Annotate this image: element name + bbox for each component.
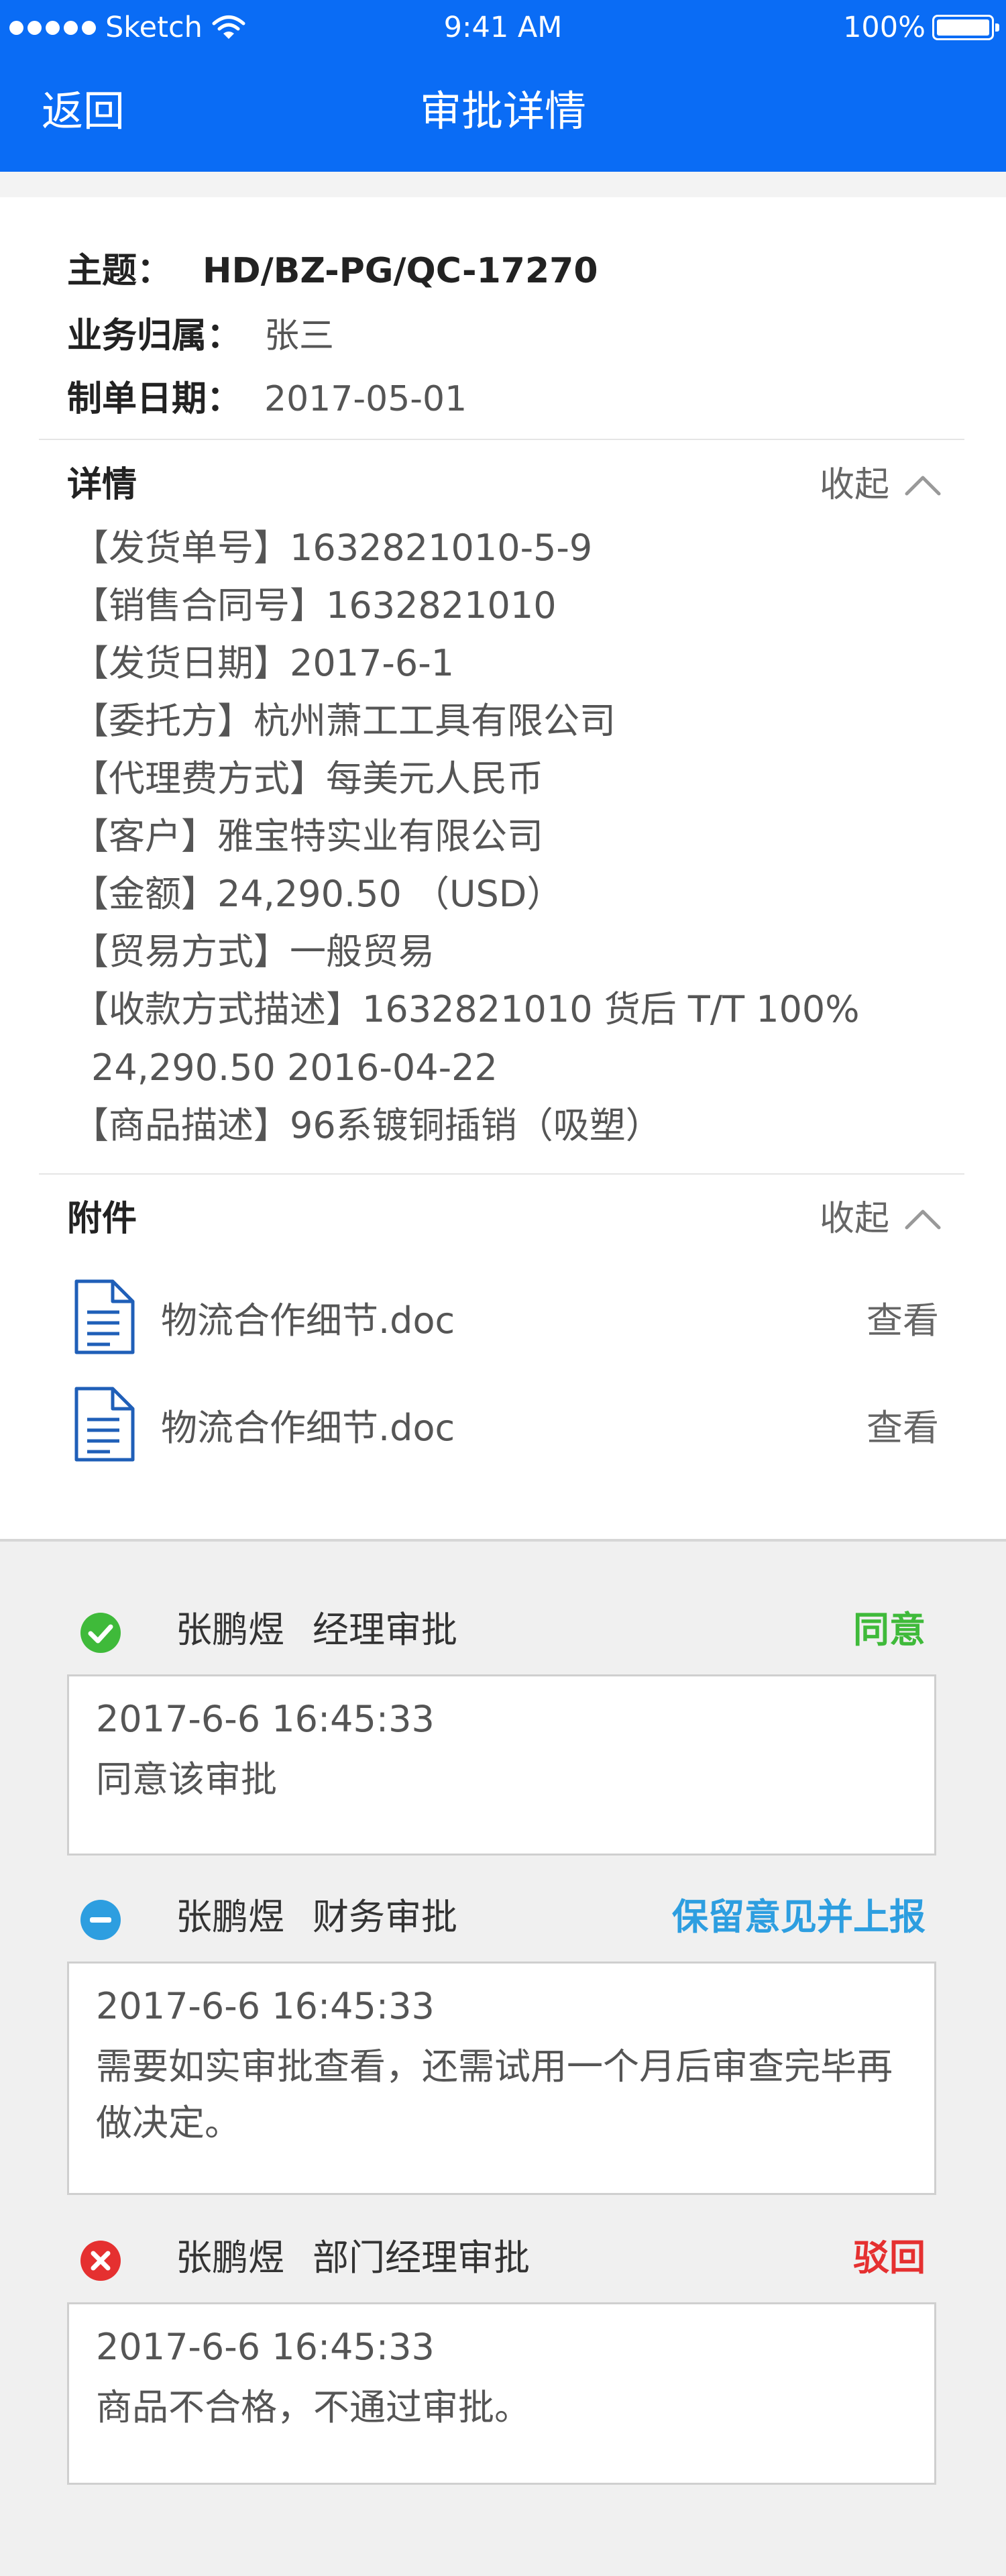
check-circle-icon xyxy=(80,1613,121,1653)
approval-time: 2017-6-6 16:45:33 xyxy=(96,1698,435,1740)
approval-time: 2017-6-6 16:45:33 xyxy=(96,1985,435,2027)
subject-row: 主题： HD/BZ-PG/QC-17270 xyxy=(67,248,598,294)
attachments-collapse-button[interactable]: 收起 xyxy=(820,1195,942,1242)
divider xyxy=(39,439,964,440)
approval-result: 保留意见并上报 xyxy=(672,1896,926,1938)
attachment-item[interactable]: 物流合作细节.doc 查看 xyxy=(72,1386,939,1466)
battery-group: 100% xyxy=(843,11,999,44)
document-icon xyxy=(74,1279,135,1354)
approver-name: 张鹏煜 xyxy=(176,1896,284,1938)
detail-item: 【代理费方式】每美元人民币 xyxy=(72,757,543,800)
attachments-title: 附件 xyxy=(67,1199,137,1239)
details-title: 详情 xyxy=(67,465,137,505)
approver: 张鹏煜 部门经理审批 xyxy=(176,2234,530,2282)
approval-flow: 张鹏煜 经理审批 同意 2017-6-6 16:45:33 同意该审批 张鹏煜 财务… xyxy=(0,1539,1006,2576)
approval-time: 2017-6-6 16:45:33 xyxy=(96,2326,435,2368)
approval-role: 经理审批 xyxy=(313,1609,457,1651)
subject-value: HD/BZ-PG/QC-17270 xyxy=(203,251,598,291)
date-label: 制单日期： xyxy=(67,379,242,419)
approval-role: 财务审批 xyxy=(313,1896,457,1938)
detail-item: 【金额】24,290.50 （USD） xyxy=(72,873,563,915)
header-spacer xyxy=(0,172,1006,197)
divider xyxy=(39,1173,964,1175)
approval-role: 部门经理审批 xyxy=(313,2237,530,2279)
date-row: 制单日期： 2017-05-01 xyxy=(67,376,467,423)
status-bar: Sketch 9:41 AM 100% xyxy=(0,0,1006,60)
approval-header: 张鹏煜 财务审批 保留意见并上报 xyxy=(74,1890,926,1944)
detail-item: 【委托方】杭州萧工工具有限公司 xyxy=(72,700,616,742)
detail-item: 【发货日期】2017-6-1 xyxy=(72,642,455,684)
approval-comment: 同意该审批 xyxy=(96,1758,277,1801)
battery-level xyxy=(937,19,989,36)
attachment-item[interactable]: 物流合作细节.doc 查看 xyxy=(72,1279,939,1359)
approval-comment-box: 2017-6-6 16:45:33 商品不合格，不通过审批。 xyxy=(67,2302,936,2485)
detail-item-continuation: 24,290.50 2016-04-22 xyxy=(91,1046,498,1089)
approval-comment-box: 2017-6-6 16:45:33 需要如实审批查看，还需试用一个月后审查完毕再… xyxy=(67,1962,936,2195)
attachment-name[interactable]: 物流合作细节.doc xyxy=(161,1405,455,1452)
document-icon xyxy=(74,1387,135,1462)
detail-item: 【客户】雅宝特实业有限公司 xyxy=(72,815,543,857)
detail-item: 【发货单号】1632821010-5-9 xyxy=(72,527,593,569)
approver: 张鹏煜 经理审批 xyxy=(176,1606,457,1654)
detail-list: 【发货单号】1632821010-5-9 【销售合同号】1632821010 【… xyxy=(72,519,944,1038)
attachment-name[interactable]: 物流合作细节.doc xyxy=(161,1297,455,1344)
view-button[interactable]: 查看 xyxy=(867,1297,939,1344)
owner-row: 业务归属： 张三 xyxy=(67,313,334,360)
details-collapse-label: 收起 xyxy=(819,465,889,505)
view-button[interactable]: 查看 xyxy=(867,1405,939,1452)
approval-result: 驳回 xyxy=(853,2237,926,2279)
detail-item: 【销售合同号】1632821010 xyxy=(72,584,557,627)
detail-item: 【收款方式描述】1632821010 货后 T/T 100% xyxy=(72,988,860,1030)
chevron-up-icon xyxy=(905,1210,941,1230)
approval-header: 张鹏煜 经理审批 同意 xyxy=(74,1603,926,1657)
date-value: 2017-05-01 xyxy=(264,379,467,419)
approval-header: 张鹏煜 部门经理审批 驳回 xyxy=(74,2231,926,2285)
approval-result: 同意 xyxy=(853,1609,926,1651)
approver: 张鹏煜 财务审批 xyxy=(176,1893,457,1941)
owner-value: 张三 xyxy=(264,316,335,356)
detail-item: 【贸易方式】一般贸易 xyxy=(72,930,435,973)
page-title: 审批详情 xyxy=(419,87,586,136)
attachments-collapse-label: 收起 xyxy=(819,1199,889,1239)
owner-label: 业务归属： xyxy=(67,316,242,356)
details-collapse-button[interactable]: 收起 xyxy=(820,462,942,508)
approver-name: 张鹏煜 xyxy=(176,2237,284,2279)
chevron-up-icon xyxy=(905,476,941,496)
approval-comment-box: 2017-6-6 16:45:33 同意该审批 xyxy=(67,1674,936,1856)
battery-icon xyxy=(932,15,999,40)
approver-name: 张鹏煜 xyxy=(176,1609,284,1651)
approval-comment: 需要如实审批查看，还需试用一个月后审查完毕再做决定。 xyxy=(96,2045,893,2144)
minus-circle-icon xyxy=(80,1900,121,1940)
nav-header: Sketch 9:41 AM 100% 返回 审批详情 xyxy=(0,0,1006,172)
detail-item: 【商品描述】96系镀铜插销（吸塑） xyxy=(72,1104,662,1146)
approval-comment: 商品不合格，不通过审批。 xyxy=(96,2386,530,2428)
battery-percent: 100% xyxy=(843,11,926,44)
subject-label: 主题： xyxy=(67,251,172,291)
x-circle-icon xyxy=(80,2241,121,2281)
